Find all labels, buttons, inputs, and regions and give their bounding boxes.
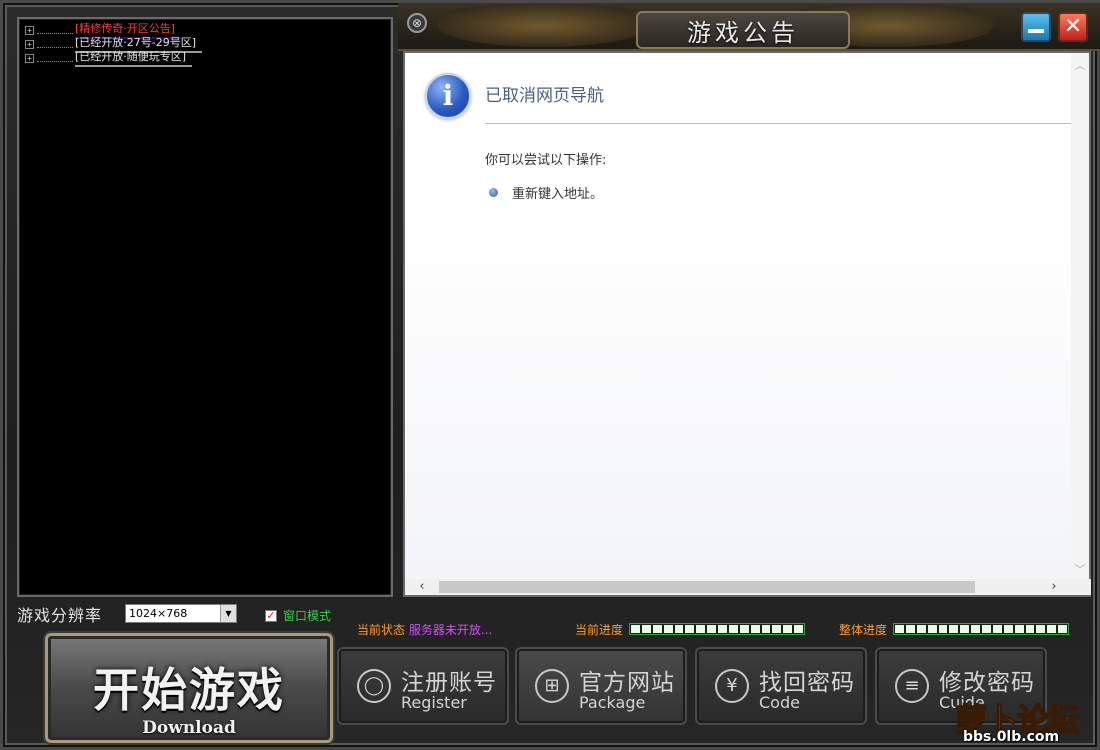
website-button[interactable]: ⊞ 官方网站 Package: [515, 647, 687, 725]
change-password-label: 修改密码: [939, 670, 1035, 696]
progress-segment: [707, 625, 716, 633]
progress-segment: [1036, 625, 1046, 633]
progress-segment: [1025, 625, 1035, 633]
gift-icon: ⊞: [535, 669, 569, 703]
window-mode-label: 窗口模式: [283, 609, 332, 623]
divider: [485, 123, 1073, 124]
error-hint: 你可以尝试以下操作:: [485, 153, 607, 168]
horizontal-scrollbar[interactable]: ‹ ›: [405, 579, 1091, 595]
progress-segment: [938, 625, 948, 633]
progress-segment: [718, 625, 727, 633]
start-game-sublabel: Download: [142, 718, 236, 738]
progress-segment: [631, 625, 640, 633]
server-tree: + [精修传奇·开区公告] + [已经开放·27号-29号区] + [已经开放·…: [17, 17, 393, 597]
progress-segment: [1047, 625, 1057, 633]
yen-icon: ¥: [715, 669, 749, 703]
tree-item-label[interactable]: [已经开放·随便玩专区]: [75, 50, 193, 67]
progress-segment: [992, 625, 1002, 633]
progress-segment: [641, 625, 651, 633]
current-status: 当前状态 服务器未开放...: [357, 621, 492, 638]
resolution-label: 游戏分辨率: [17, 606, 103, 625]
progress-segment: [761, 625, 771, 633]
scroll-right-icon[interactable]: ›: [1045, 579, 1063, 595]
tree-item[interactable]: + [已经开放·随便玩专区]: [23, 50, 387, 67]
minimize-button[interactable]: [1021, 12, 1051, 42]
list-icon: ≡: [895, 669, 929, 703]
current-progress-label: 当前进度: [575, 623, 624, 637]
progress-segment: [960, 625, 970, 633]
error-title: 已取消网页导航: [485, 86, 604, 106]
window-mode-toggle[interactable]: ✓ 窗口模式: [265, 607, 331, 624]
expand-icon[interactable]: +: [25, 39, 34, 49]
window-mode-checkbox[interactable]: ✓: [265, 609, 277, 622]
header-decoration: 游戏公告: [398, 3, 1100, 51]
expand-icon[interactable]: +: [25, 25, 34, 35]
browser-content: i 已取消网页导航 你可以尝试以下操作: 重新键入地址。: [405, 53, 1073, 581]
current-status-value: 服务器未开放...: [408, 623, 493, 637]
suggestion-item: 重新键入地址。: [489, 183, 603, 202]
status-bar: 当前状态 服务器未开放... 当前进度 整体进度: [343, 595, 1097, 637]
website-label: 官方网站: [579, 670, 675, 696]
progress-segment: [971, 625, 980, 633]
minimize-icon: [1028, 29, 1044, 33]
recover-password-button[interactable]: ¥ 找回密码 Code: [695, 647, 867, 725]
launcher-frame: + [精修传奇·开区公告] + [已经开放·27号-29号区] + [已经开放·…: [0, 0, 1100, 750]
website-sublabel: Package: [579, 693, 646, 712]
progress-segment: [916, 625, 926, 633]
progress-segment: [1014, 625, 1024, 633]
progress-segment: [1058, 625, 1067, 633]
progress-segment: [696, 625, 706, 633]
register-button[interactable]: ◯ 注册账号 Register: [337, 647, 509, 725]
recover-password-sublabel: Code: [759, 693, 800, 712]
register-sublabel: Register: [401, 693, 467, 712]
progress-segment: [905, 625, 915, 633]
scroll-up-icon[interactable]: ︿: [1073, 57, 1087, 73]
progress-segment: [685, 625, 695, 633]
overall-progress-label: 整体进度: [839, 623, 888, 637]
progress-segment: [794, 625, 803, 633]
scroll-down-icon[interactable]: ﹀: [1073, 561, 1087, 577]
user-icon: ◯: [357, 669, 391, 703]
tree-connector: [37, 40, 73, 48]
progress-segment: [895, 625, 904, 633]
current-status-label: 当前状态: [357, 623, 406, 637]
register-label: 注册账号: [401, 670, 497, 696]
progress-segment: [663, 625, 673, 633]
close-button[interactable]: ✕: [1058, 12, 1088, 42]
progress-segment: [772, 625, 782, 633]
vertical-scrollbar[interactable]: ︿ ﹀: [1071, 53, 1089, 581]
resolution-value: 1024×768: [129, 607, 188, 620]
bullet-icon: [489, 188, 498, 197]
progress-segment: [1003, 625, 1013, 633]
scroll-left-icon[interactable]: ‹: [413, 579, 431, 595]
watermark-url: bbs.0lb.com: [963, 729, 1060, 745]
resolution-select[interactable]: 1024×768 ▼: [125, 604, 237, 623]
start-game-button[interactable]: 开始游戏 Download: [45, 633, 333, 743]
overall-progress-bar: [893, 623, 1069, 635]
dragon-ornament-left: [438, 5, 648, 47]
tree-connector: [37, 54, 73, 62]
progress-segment: [927, 625, 937, 633]
progress-segment: [674, 625, 684, 633]
progress-segment: [728, 625, 738, 633]
recover-password-label: 找回密码: [759, 670, 855, 696]
suggestion-label: 重新键入地址。: [512, 187, 604, 202]
scroll-thumb[interactable]: [439, 581, 975, 593]
progress-segment: [982, 625, 991, 633]
chevron-down-icon[interactable]: ▼: [220, 605, 236, 622]
progress-segment: [783, 625, 793, 633]
forum-watermark: 萝卜论坛 bbs.0lb.com: [954, 695, 1095, 747]
start-game-label: 开始游戏: [93, 663, 285, 717]
expand-icon[interactable]: +: [25, 53, 34, 63]
window-title: 游戏公告: [636, 11, 850, 49]
pin-icon[interactable]: ⊗: [407, 13, 427, 33]
progress-segment: [739, 625, 749, 633]
progress-segment: [750, 625, 760, 633]
announcement-browser: i 已取消网页导航 你可以尝试以下操作: 重新键入地址。 ︿ ﹀ ‹ ›: [403, 51, 1091, 597]
info-icon: i: [425, 73, 471, 119]
current-progress-bar: [629, 623, 805, 635]
progress-segment: [949, 625, 959, 633]
tree-connector: [37, 26, 73, 34]
progress-segment: [652, 625, 662, 633]
